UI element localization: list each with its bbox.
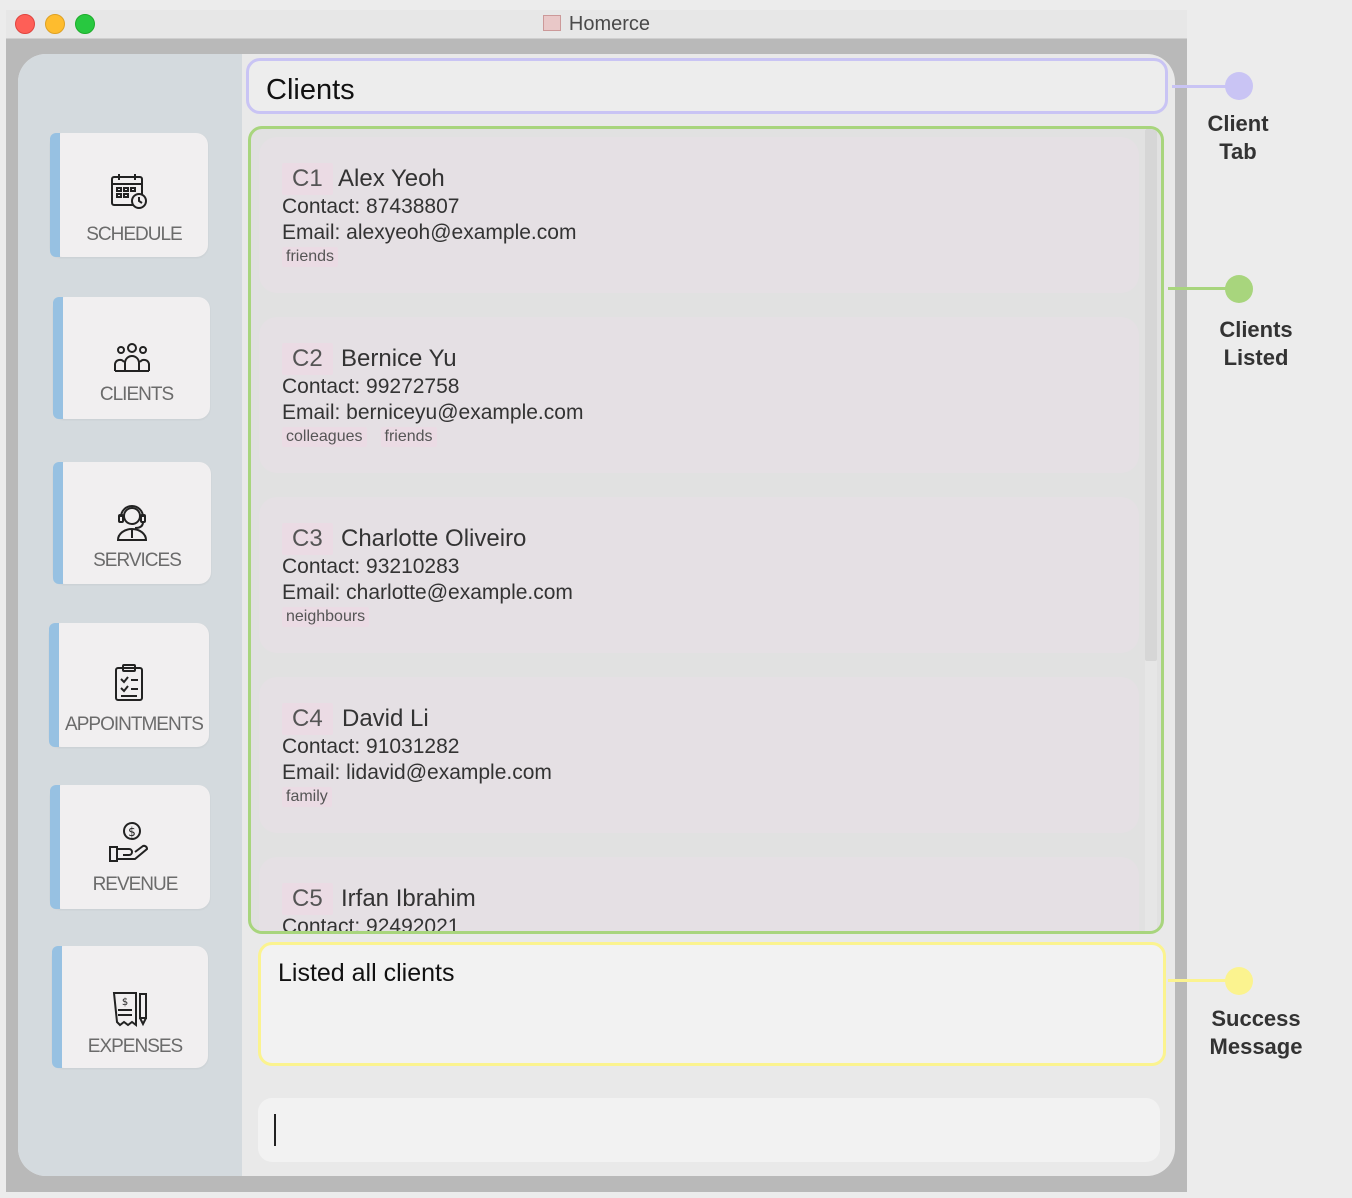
client-index: C5 <box>282 883 333 915</box>
window-title: Homerce <box>568 13 651 35</box>
client-contact: Contact: 93210283 <box>282 555 460 578</box>
client-card[interactable]: C4 David Li Contact: 91031282 Email: lid… <box>259 677 1139 833</box>
client-tab-header: Clients <box>246 58 1168 114</box>
app-icon <box>542 15 561 31</box>
client-tags: neighbours <box>282 607 370 627</box>
svg-text:$: $ <box>122 997 128 1008</box>
client-card[interactable]: C2 Bernice Yu Contact: 99272758 Email: b… <box>259 317 1139 473</box>
sidebar-item-clients[interactable]: CLIENTS <box>53 297 210 419</box>
sidebar-item-appointments[interactable]: APPOINTMENTS <box>49 623 209 747</box>
client-index: C3 <box>282 523 333 555</box>
tag: colleagues <box>282 427 367 447</box>
nav-accent-bar <box>50 133 60 257</box>
client-name: Bernice Yu <box>341 345 457 372</box>
text-caret <box>274 1114 276 1146</box>
sidebar-item-label: CLIENTS <box>99 384 174 405</box>
client-email: Email: lidavid@example.com <box>282 761 552 784</box>
success-message-callout-label: Success Message <box>1209 1006 1303 1059</box>
sidebar-item-label: APPOINTMENTS <box>65 714 204 735</box>
client-name: David Li <box>342 705 429 732</box>
client-tags: colleagues friends <box>282 427 437 447</box>
app-content: SCHEDULE CLIENTS SERVICES APPOINTMENTS $… <box>18 54 1175 1176</box>
client-email: Email: berniceyu@example.com <box>282 401 584 424</box>
sidebar-item-label: REVENUE <box>92 874 179 895</box>
sidebar: SCHEDULE CLIENTS SERVICES APPOINTMENTS $… <box>18 54 242 1176</box>
tag: friends <box>282 247 339 267</box>
sidebar-item-schedule[interactable]: SCHEDULE <box>50 133 208 257</box>
success-message-callout-dot <box>1225 967 1253 995</box>
service-agent-icon <box>116 505 148 541</box>
calendar-clock-icon <box>111 174 147 209</box>
tag: family <box>282 787 332 807</box>
client-card[interactable]: C1 Alex Yeoh Contact: 87438807 Email: al… <box>259 137 1139 293</box>
clients-listed-callout-label: Clients Listed <box>1219 317 1293 370</box>
svg-text:$: $ <box>128 825 136 839</box>
nav-accent-bar <box>52 946 62 1068</box>
sidebar-item-label: SCHEDULE <box>86 224 182 245</box>
tag: friends <box>380 427 437 447</box>
sidebar-item-services[interactable]: SERVICES <box>53 462 211 584</box>
sidebar-item-label: EXPENSES <box>87 1036 183 1057</box>
client-contact: Contact: 99272758 <box>282 375 460 398</box>
clipboard-check-icon <box>115 664 143 701</box>
client-list[interactable]: C1 Alex Yeoh Contact: 87438807 Email: al… <box>248 126 1164 934</box>
sidebar-item-revenue[interactable]: $ REVENUE <box>50 785 210 909</box>
success-message: Listed all clients <box>278 959 455 987</box>
people-group-icon <box>113 343 150 372</box>
client-name: Irfan Ibrahim <box>341 885 476 912</box>
nav-accent-bar <box>53 297 63 419</box>
app-window: Homerce SCHEDULE CLIENTS SERVICES APPOIN… <box>6 10 1187 1192</box>
client-index: C4 <box>282 703 333 735</box>
client-index: C1 <box>282 163 333 195</box>
clients-listed-callout-dot <box>1225 275 1253 303</box>
result-display: Listed all clients <box>258 942 1166 1066</box>
client-card[interactable]: C5 Irfan Ibrahim Contact: 92492021 <box>259 857 1139 934</box>
client-card[interactable]: C3 Charlotte Oliveiro Contact: 93210283 … <box>259 497 1139 653</box>
client-contact: Contact: 87438807 <box>282 195 460 218</box>
sidebar-item-expenses[interactable]: $ EXPENSES <box>52 946 208 1068</box>
client-tab-callout-dot <box>1225 72 1253 100</box>
client-name: Charlotte Oliveiro <box>341 525 527 552</box>
client-name: Alex Yeoh <box>338 165 445 192</box>
client-tags: family <box>282 787 332 807</box>
tag: neighbours <box>282 607 370 627</box>
client-email: Email: alexyeoh@example.com <box>282 221 577 244</box>
list-scrollbar-thumb[interactable] <box>1145 129 1157 661</box>
page-title: Clients <box>266 74 355 106</box>
client-contact: Contact: 91031282 <box>282 735 460 758</box>
command-input[interactable] <box>258 1098 1160 1162</box>
receipt-pen-icon: $ <box>112 992 147 1027</box>
hand-money-icon: $ <box>109 822 148 862</box>
client-tags: friends <box>282 247 339 267</box>
nav-accent-bar <box>49 623 59 747</box>
client-tab-callout-label: Client Tab <box>1207 111 1269 164</box>
client-email: Email: charlotte@example.com <box>282 581 573 604</box>
nav-accent-bar <box>53 462 63 584</box>
sidebar-item-label: SERVICES <box>93 550 182 571</box>
client-index: C2 <box>282 343 333 375</box>
client-contact: Contact: 92492021 <box>282 915 460 934</box>
nav-accent-bar <box>50 785 60 909</box>
title-bar: Homerce <box>6 10 1187 39</box>
